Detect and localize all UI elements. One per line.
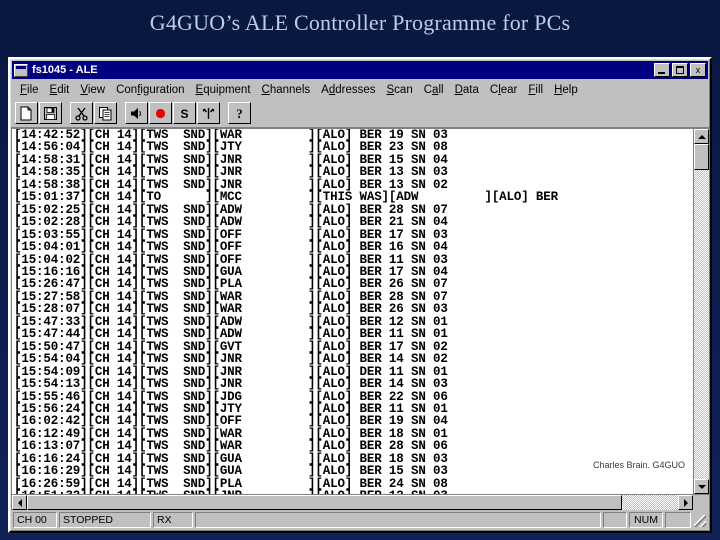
cut-scissors-icon[interactable] bbox=[70, 102, 93, 124]
menu-accel: F bbox=[20, 83, 28, 96]
menu-item-label: can bbox=[394, 83, 413, 96]
scroll-left-button[interactable] bbox=[12, 495, 27, 510]
menu-item-configuration[interactable]: Configuration bbox=[111, 83, 190, 97]
record-circle-icon[interactable] bbox=[149, 102, 172, 124]
status-num-lock: NUM bbox=[629, 512, 663, 528]
scroll-down-button[interactable] bbox=[694, 479, 709, 494]
menu-item-label: C bbox=[489, 83, 499, 96]
menu-item-label: C bbox=[423, 83, 433, 96]
menu-item-scan[interactable]: Scan bbox=[382, 83, 419, 97]
vertical-scrollbar[interactable] bbox=[693, 129, 709, 494]
menu-accel: D bbox=[454, 83, 463, 96]
menu-item-file[interactable]: File bbox=[15, 83, 45, 97]
help-question-glyph: ? bbox=[236, 106, 243, 121]
menu-bar: File Edit View Configuration Equipment C… bbox=[11, 80, 709, 99]
minimize-button[interactable] bbox=[654, 63, 670, 77]
menu-item-clear[interactable]: Clear bbox=[485, 83, 524, 97]
menu-item-label: elp bbox=[562, 83, 578, 96]
page-title: G4GUO’s ALE Controller Programme for PCs bbox=[149, 10, 571, 35]
application-window: fs1045 - ALE x File Edit View Configurat… bbox=[8, 57, 712, 533]
slide-background: G4GUO’s ALE Controller Programme for PCs… bbox=[0, 0, 720, 540]
sound-speaker-glyph bbox=[131, 107, 141, 119]
antenna-icon[interactable] bbox=[197, 102, 220, 124]
menu-item-label: quipment bbox=[203, 83, 251, 96]
toolbar-separator bbox=[221, 102, 228, 124]
menu-item-channels[interactable]: Channels bbox=[257, 83, 317, 97]
menu-item-label: ill bbox=[535, 83, 544, 96]
log-text[interactable]: [14:42:52][CH 14][TWS SND][WAR ][ALO] BE… bbox=[14, 129, 693, 494]
sound-speaker-icon[interactable] bbox=[125, 102, 148, 124]
menu-item-label: dresses bbox=[335, 83, 376, 96]
log-client-area: [14:42:52][CH 14][TWS SND][WAR ][ALO] BE… bbox=[11, 128, 709, 510]
vertical-scroll-thumb[interactable] bbox=[694, 144, 709, 170]
save-floppy-icon[interactable] bbox=[39, 102, 62, 124]
menu-item-help[interactable]: Help bbox=[549, 83, 584, 97]
menu-item-edit[interactable]: Edit bbox=[45, 83, 76, 97]
chevron-up-icon bbox=[697, 134, 706, 139]
status-bar: CH 00 STOPPED RX NUM bbox=[11, 510, 709, 530]
window-titlebar[interactable]: fs1045 - ALE x bbox=[12, 61, 708, 79]
menu-item-fill[interactable]: Fill bbox=[523, 83, 549, 97]
author-watermark: Charles Brain. G4GUO bbox=[592, 460, 685, 470]
menu-item-label: ata bbox=[462, 83, 479, 96]
scrollbar-corner bbox=[693, 495, 709, 510]
menu-item-label: dit bbox=[57, 83, 70, 96]
maximize-button[interactable] bbox=[672, 63, 688, 77]
menu-item-label: A bbox=[321, 83, 329, 96]
application-icon bbox=[14, 63, 28, 77]
horizontal-scrollbar[interactable] bbox=[12, 494, 709, 510]
chevron-right-icon bbox=[683, 498, 688, 507]
menu-item-data[interactable]: Data bbox=[450, 83, 485, 97]
copy-pages-icon[interactable] bbox=[94, 102, 117, 124]
scroll-right-button[interactable] bbox=[678, 495, 693, 510]
menu-item-equipment[interactable]: Equipment bbox=[191, 83, 257, 97]
window-control-buttons: x bbox=[654, 63, 706, 77]
menu-accel: V bbox=[80, 83, 88, 96]
status-mode: RX bbox=[153, 512, 193, 528]
menu-item-label: iew bbox=[87, 83, 106, 96]
copy-pages-glyph bbox=[99, 106, 112, 120]
record-circle-glyph bbox=[155, 108, 166, 118]
menu-item-label: hannels bbox=[269, 83, 311, 96]
new-document-icon[interactable] bbox=[15, 102, 38, 124]
cut-scissors-glyph bbox=[75, 107, 88, 121]
scroll-up-button[interactable] bbox=[694, 129, 709, 144]
toolbar: S ? bbox=[11, 99, 709, 128]
scan-s-icon[interactable]: S bbox=[173, 102, 196, 124]
close-button[interactable]: x bbox=[690, 63, 706, 77]
toolbar-separator bbox=[118, 102, 125, 124]
status-spare-1 bbox=[603, 512, 627, 528]
antenna-glyph bbox=[202, 107, 215, 119]
menu-accel: C bbox=[261, 83, 270, 96]
menu-item-call[interactable]: Call bbox=[419, 83, 450, 97]
chevron-left-icon bbox=[17, 498, 22, 507]
save-floppy-glyph bbox=[44, 106, 57, 120]
chevron-down-icon bbox=[697, 484, 706, 489]
menu-item-label: iguration bbox=[140, 83, 185, 96]
toolbar-separator bbox=[63, 102, 70, 124]
application-window-inner: fs1045 - ALE x File Edit View Configurat… bbox=[10, 59, 710, 531]
menu-item-label: ear bbox=[500, 83, 518, 96]
scan-s-glyph: S bbox=[180, 107, 188, 121]
status-spare-2 bbox=[665, 512, 691, 528]
help-question-icon[interactable]: ? bbox=[228, 102, 251, 124]
menu-item-view[interactable]: View bbox=[75, 83, 111, 97]
menu-item-label: ile bbox=[27, 83, 39, 96]
resize-grip-icon[interactable] bbox=[693, 512, 707, 528]
status-state: STOPPED bbox=[59, 512, 151, 528]
menu-item-addresses[interactable]: Addresses bbox=[316, 83, 381, 97]
status-message bbox=[195, 512, 601, 528]
menu-item-label: Con bbox=[116, 83, 138, 96]
menu-item-label: ll bbox=[438, 83, 444, 96]
svg-text:S: S bbox=[180, 107, 188, 121]
status-channel: CH 00 bbox=[13, 512, 57, 528]
horizontal-scroll-thumb[interactable] bbox=[27, 495, 622, 510]
window-title: fs1045 - ALE bbox=[32, 64, 98, 76]
svg-text:?: ? bbox=[236, 106, 243, 121]
new-document-glyph bbox=[20, 106, 32, 120]
